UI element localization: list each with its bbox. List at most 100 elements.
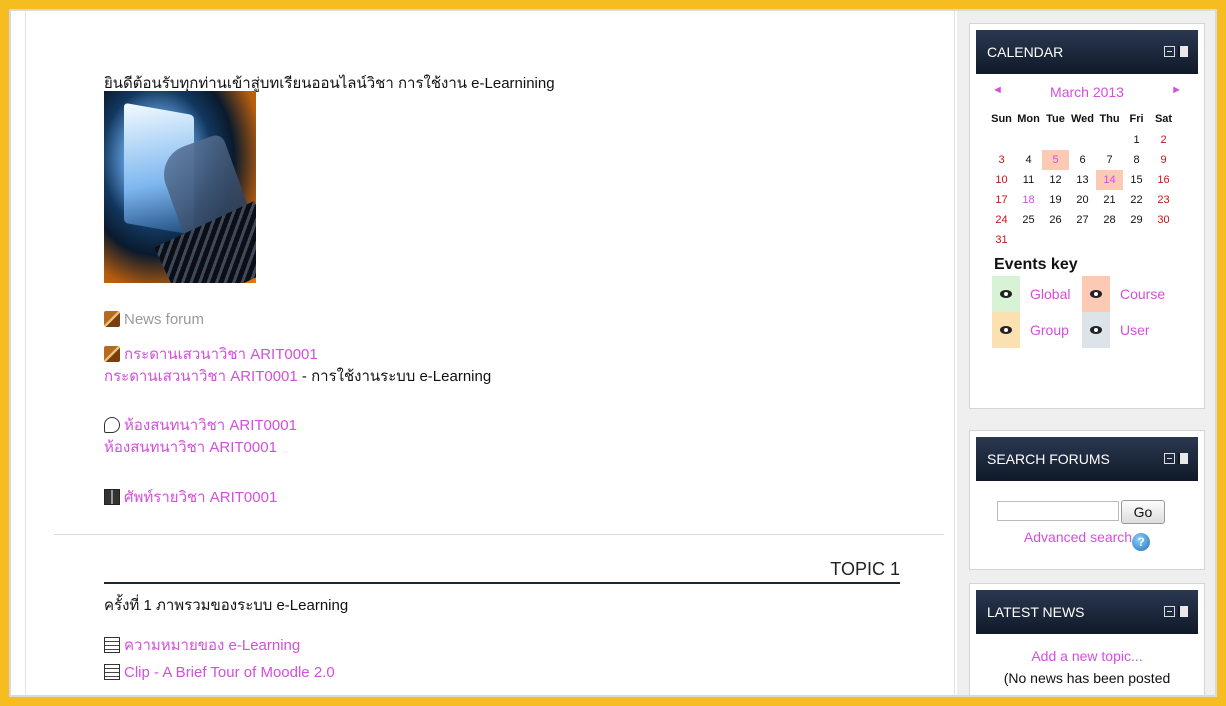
description-link[interactable]: ห้องสนทนาวิชา ARIT0001	[104, 439, 277, 456]
activity-glossary[interactable]: ศัพท์รายวิชา ARIT0001	[104, 485, 277, 509]
section-divider	[54, 534, 944, 535]
glossary-icon	[104, 489, 120, 505]
calendar-day: 28	[1103, 214, 1116, 226]
calendar-day: 12	[1049, 174, 1062, 186]
events-key-global[interactable]: Global	[992, 276, 1082, 312]
next-month-icon[interactable]: ►	[1171, 84, 1182, 96]
calendar-day: 30	[1157, 214, 1170, 226]
events-key-user[interactable]: User	[1082, 312, 1172, 348]
activity-label: News forum	[124, 311, 205, 328]
calendar-day: 8	[1133, 154, 1140, 166]
calendar-day: 25	[1022, 214, 1035, 226]
events-key-group[interactable]: Group	[992, 312, 1082, 348]
help-icon[interactable]: ?	[1132, 533, 1151, 551]
minimize-icon[interactable]	[1164, 606, 1175, 617]
resource-item[interactable]: Clip - A Brief Tour of Moodle 2.0	[104, 664, 335, 681]
activity-label[interactable]: ศัพท์รายวิชา ARIT0001	[124, 489, 277, 506]
events-key-label[interactable]: User	[1120, 322, 1150, 338]
minimize-icon[interactable]	[1164, 46, 1175, 57]
block-controls	[1164, 46, 1188, 57]
calendar-day	[1015, 130, 1042, 150]
calendar-day: 10	[995, 174, 1008, 186]
page: ยินดีต้อนรับทุกท่านเข้าสู่บทเรียนออนไลน์…	[9, 9, 1217, 697]
calendar-day[interactable]: 5	[1042, 150, 1069, 170]
calendar-day	[1123, 230, 1150, 250]
advanced-search: Advanced search?	[970, 529, 1204, 551]
activity-description: กระดานเสวนาวิชา ARIT0001 - การใช้งานระบบ…	[104, 364, 491, 388]
dock-icon[interactable]	[1178, 46, 1188, 57]
calendar-day: 7	[1106, 154, 1113, 166]
no-news-text: (No news has been posted	[1003, 670, 1171, 686]
calendar-day: 16	[1157, 174, 1170, 186]
advanced-search-link[interactable]: Advanced search	[1024, 529, 1132, 545]
resource-label[interactable]: ความหมายของ e-Learning	[124, 637, 300, 654]
activity-news-forum[interactable]: News forum	[104, 311, 204, 328]
weekday-header: Thu	[1099, 113, 1120, 125]
calendar-month[interactable]: March 2013	[970, 84, 1204, 100]
calendar-day: 4	[1025, 154, 1032, 166]
calendar-grid: Sun Mon Tue Wed Thu Fri Sat 1 2 3 4 5 6 7 8 9 10 11 12 13 1…	[988, 110, 1177, 250]
topic-summary: ครั้งที่ 1 ภาพรวมของระบบ e-Learning	[104, 597, 349, 614]
events-key-title: Events key	[994, 256, 1078, 273]
activity-discussion-forum[interactable]: กระดานเสวนาวิชา ARIT0001	[104, 342, 318, 366]
calendar-day[interactable]: 14	[1096, 170, 1124, 190]
events-key-course[interactable]: Course	[1082, 276, 1172, 312]
dock-icon[interactable]	[1178, 453, 1188, 464]
calendar-day: 1	[1133, 134, 1140, 146]
weekday-header: Tue	[1046, 113, 1065, 125]
weekday-header: Mon	[1017, 113, 1040, 125]
calendar-week: 31	[988, 230, 1177, 250]
events-key-label[interactable]: Course	[1120, 286, 1165, 302]
events-key-label[interactable]: Group	[1030, 322, 1069, 338]
calendar-week: 24 25 26 27 28 29 30	[988, 210, 1177, 230]
calendar-day: 13	[1076, 174, 1089, 186]
go-button[interactable]: Go	[1121, 500, 1165, 524]
calendar-day: 19	[1049, 194, 1062, 206]
chat-icon	[104, 417, 120, 433]
add-topic-link[interactable]: Add a new topic...	[1031, 648, 1142, 664]
course-image	[104, 91, 256, 283]
resource-label[interactable]: Clip - A Brief Tour of Moodle 2.0	[124, 664, 335, 681]
calendar-day: 31	[995, 234, 1008, 246]
latest-news-block: LATEST NEWS Add a new topic... (No news …	[969, 583, 1205, 695]
calendar-day: 24	[995, 214, 1008, 226]
block-header: LATEST NEWS	[976, 590, 1198, 634]
block-header: SEARCH FORUMS	[976, 437, 1198, 481]
calendar-day[interactable]: 18	[1015, 190, 1042, 210]
calendar-day	[1096, 130, 1123, 150]
eye-icon	[992, 276, 1020, 312]
events-key: Global Course Group User	[992, 276, 1204, 348]
calendar-day: 26	[1049, 214, 1062, 226]
block-controls	[1164, 606, 1188, 617]
page-icon	[104, 637, 120, 653]
weekday-header: Wed	[1071, 113, 1095, 125]
calendar-day: 22	[1130, 194, 1143, 206]
calendar-week: 3 456 7 8 9	[988, 150, 1177, 170]
dock-icon[interactable]	[1178, 606, 1188, 617]
eye-icon	[1082, 276, 1110, 312]
activity-chat[interactable]: ห้องสนทนาวิชา ARIT0001	[104, 413, 297, 437]
block-title: SEARCH FORUMS	[987, 451, 1110, 467]
description-link[interactable]: กระดานเสวนาวิชา ARIT0001	[104, 368, 298, 385]
activity-label[interactable]: กระดานเสวนาวิชา ARIT0001	[124, 346, 318, 363]
calendar-day: 6	[1079, 154, 1086, 166]
calendar-week: 10 11 12 13 14 15 16	[988, 170, 1177, 190]
block-title: LATEST NEWS	[987, 604, 1085, 620]
resource-item[interactable]: ความหมายของ e-Learning	[104, 633, 300, 657]
calendar-day	[1015, 230, 1042, 250]
calendar-day: 21	[1103, 194, 1116, 206]
calendar-day: 11	[1022, 174, 1035, 186]
minimize-icon[interactable]	[1164, 453, 1175, 464]
calendar-day: 20	[1076, 194, 1089, 206]
topic-title: TOPIC 1	[104, 559, 900, 584]
calendar-day: 9	[1160, 154, 1167, 166]
add-topic: Add a new topic...	[970, 648, 1204, 664]
calendar-day: 2	[1160, 134, 1167, 146]
weekday-header: Sun	[991, 113, 1012, 125]
calendar-day	[1042, 130, 1069, 150]
events-key-label[interactable]: Global	[1030, 286, 1070, 302]
calendar-block: CALENDAR ◄ March 2013 ► Sun Mon Tue Wed Thu F…	[969, 23, 1205, 409]
activity-label[interactable]: ห้องสนทนาวิชา ARIT0001	[124, 417, 297, 434]
weekday-header: Fri	[1129, 113, 1144, 125]
search-input[interactable]	[997, 501, 1119, 521]
